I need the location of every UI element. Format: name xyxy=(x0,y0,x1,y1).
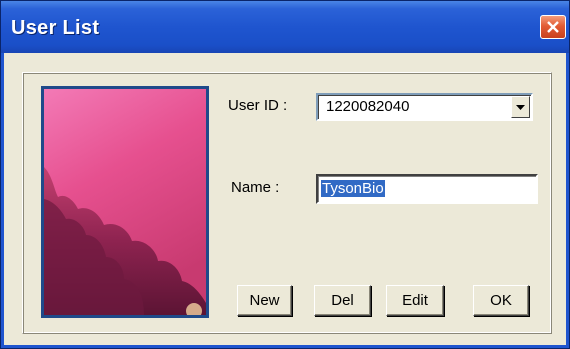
window-title: User List xyxy=(11,17,100,39)
user-id-value: 1220082040 xyxy=(326,98,410,115)
name-field[interactable]: TysonBio xyxy=(316,174,538,204)
dropdown-button[interactable] xyxy=(511,96,530,118)
edit-button[interactable]: Edit xyxy=(386,285,444,316)
user-photo xyxy=(41,86,209,318)
close-button[interactable] xyxy=(540,15,566,39)
name-value: TysonBio xyxy=(321,180,385,197)
name-label: Name : xyxy=(231,179,280,196)
new-button[interactable]: New xyxy=(237,285,292,316)
cloud-image xyxy=(44,89,206,315)
chevron-down-icon xyxy=(516,105,525,110)
user-id-label: User ID : xyxy=(228,97,288,114)
ok-button[interactable]: OK xyxy=(473,285,529,316)
title-bar[interactable]: User List xyxy=(1,1,569,53)
delete-button[interactable]: Del xyxy=(314,285,371,316)
user-id-dropdown[interactable]: 1220082040 xyxy=(316,93,533,121)
close-icon xyxy=(547,21,559,33)
